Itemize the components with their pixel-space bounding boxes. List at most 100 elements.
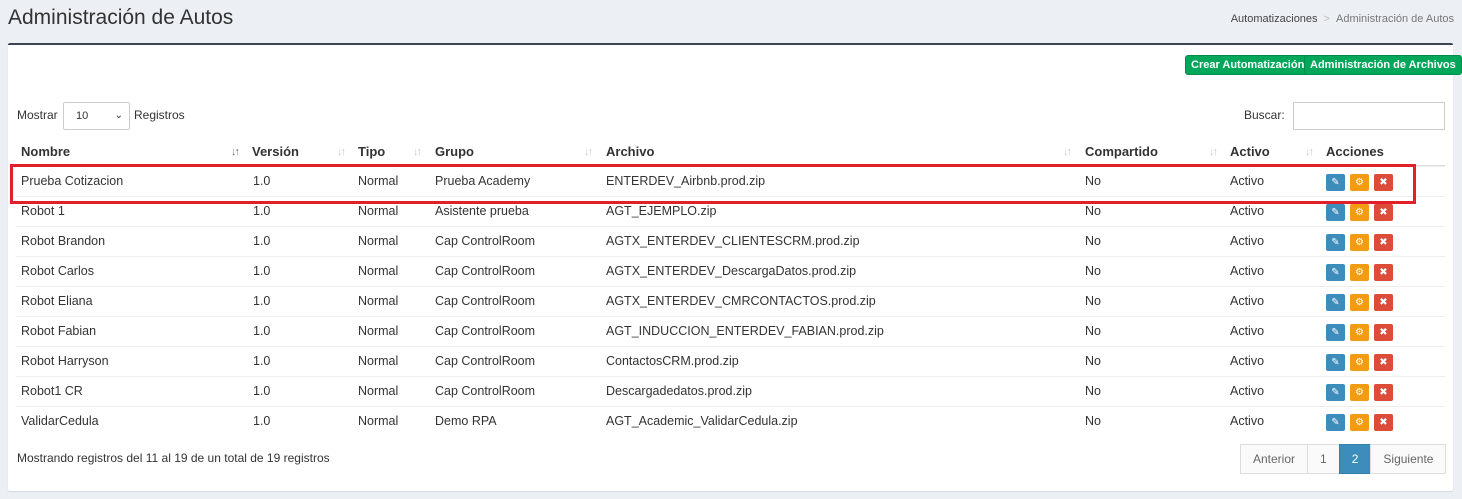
table-row: Robot Fabian 1.0 Normal Cap ControlRoom …: [16, 316, 1445, 346]
run-button[interactable]: ⚙: [1350, 294, 1369, 311]
cell-grupo: Cap ControlRoom: [435, 324, 536, 338]
sort-icon: ↓↑: [584, 146, 593, 158]
pencil-icon: ✎: [1331, 357, 1340, 368]
column-header-activo[interactable]: Activo: [1230, 144, 1270, 159]
delete-button[interactable]: ✖: [1374, 414, 1393, 431]
delete-button[interactable]: ✖: [1374, 234, 1393, 251]
cell-grupo: Cap ControlRoom: [435, 294, 536, 308]
edit-button[interactable]: ✎: [1326, 264, 1345, 281]
cell-archivo: AGTX_ENTERDEV_CMRCONTACTOS.prod.zip: [606, 294, 876, 308]
cell-tipo: Normal: [358, 174, 399, 188]
close-icon: ✖: [1379, 417, 1388, 428]
run-button[interactable]: ⚙: [1350, 354, 1369, 371]
column-header-version[interactable]: Versión: [252, 144, 299, 159]
cell-activo: Activo: [1230, 174, 1265, 188]
table-row: Prueba Cotizacion 1.0 Normal Prueba Acad…: [16, 166, 1445, 196]
edit-button[interactable]: ✎: [1326, 294, 1345, 311]
robot-run-icon: ⚙: [1355, 207, 1364, 218]
robot-run-icon: ⚙: [1355, 357, 1364, 368]
cell-version: 1.0: [253, 204, 271, 218]
cell-activo: Activo: [1230, 354, 1265, 368]
robot-run-icon: ⚙: [1355, 297, 1364, 308]
cell-compartido: No: [1085, 354, 1101, 368]
cell-version: 1.0: [253, 414, 271, 428]
run-button[interactable]: ⚙: [1350, 204, 1369, 221]
edit-button[interactable]: ✎: [1326, 204, 1345, 221]
table-row: Robot Brandon 1.0 Normal Cap ControlRoom…: [16, 226, 1445, 256]
run-button[interactable]: ⚙: [1350, 264, 1369, 281]
breadcrumb: Automatizaciones > Administración de Autos: [1231, 13, 1454, 25]
run-button[interactable]: ⚙: [1350, 384, 1369, 401]
cell-nombre: Prueba Cotizacion: [21, 174, 124, 188]
page-title: Administración de Autos: [8, 6, 234, 29]
delete-button[interactable]: ✖: [1374, 354, 1393, 371]
run-button[interactable]: ⚙: [1350, 324, 1369, 341]
run-button[interactable]: ⚙: [1350, 234, 1369, 251]
pagination-previous[interactable]: Anterior: [1240, 444, 1309, 474]
edit-button[interactable]: ✎: [1326, 324, 1345, 341]
page-length-select[interactable]: 10 ⌄: [63, 102, 130, 130]
delete-button[interactable]: ✖: [1374, 324, 1393, 341]
table-row: Robot1 CR 1.0 Normal Cap ControlRoom Des…: [16, 376, 1445, 406]
chevron-down-icon: ⌄: [114, 110, 123, 121]
delete-button[interactable]: ✖: [1374, 384, 1393, 401]
column-header-archivo[interactable]: Archivo: [606, 144, 654, 159]
cell-activo: Activo: [1230, 384, 1265, 398]
close-icon: ✖: [1379, 267, 1388, 278]
sort-icon: ↓↑: [1209, 146, 1218, 158]
cell-activo: Activo: [1230, 414, 1265, 428]
pencil-icon: ✎: [1331, 177, 1340, 188]
cell-grupo: Cap ControlRoom: [435, 234, 536, 248]
close-icon: ✖: [1379, 387, 1388, 398]
cell-nombre: ValidarCedula: [21, 414, 99, 428]
cell-grupo: Asistente prueba: [435, 204, 529, 218]
cell-version: 1.0: [253, 264, 271, 278]
run-button[interactable]: ⚙: [1350, 414, 1369, 431]
cell-grupo: Cap ControlRoom: [435, 354, 536, 368]
records-label: Registros: [134, 108, 185, 122]
column-header-tipo[interactable]: Tipo: [358, 144, 385, 159]
delete-button[interactable]: ✖: [1374, 204, 1393, 221]
robot-run-icon: ⚙: [1355, 327, 1364, 338]
column-header-nombre[interactable]: Nombre: [21, 144, 70, 159]
cell-archivo: AGTX_ENTERDEV_CLIENTESCRM.prod.zip: [606, 234, 860, 248]
breadcrumb-item-automatizaciones[interactable]: Automatizaciones: [1231, 13, 1318, 25]
edit-button[interactable]: ✎: [1326, 414, 1345, 431]
cell-archivo: Descargadedatos.prod.zip: [606, 384, 752, 398]
search-label: Buscar:: [1244, 108, 1285, 122]
create-automation-button[interactable]: Crear Automatización: [1185, 55, 1311, 75]
run-button[interactable]: ⚙: [1350, 174, 1369, 191]
edit-button[interactable]: ✎: [1326, 354, 1345, 371]
cell-archivo: AGT_EJEMPLO.zip: [606, 204, 717, 218]
delete-button[interactable]: ✖: [1374, 264, 1393, 281]
delete-button[interactable]: ✖: [1374, 294, 1393, 311]
cell-tipo: Normal: [358, 384, 399, 398]
pagination-page-2[interactable]: 2: [1338, 444, 1372, 474]
cell-tipo: Normal: [358, 414, 399, 428]
column-header-grupo[interactable]: Grupo: [435, 144, 474, 159]
cell-tipo: Normal: [358, 234, 399, 248]
delete-button[interactable]: ✖: [1374, 174, 1393, 191]
cell-grupo: Demo RPA: [435, 414, 497, 428]
cell-activo: Activo: [1230, 264, 1265, 278]
search-input[interactable]: [1293, 102, 1445, 130]
cell-archivo: AGT_Academic_ValidarCedula.zip: [606, 414, 798, 428]
close-icon: ✖: [1379, 297, 1388, 308]
column-header-compartido[interactable]: Compartido: [1085, 144, 1158, 159]
table-info: Mostrando registros del 11 al 19 de un t…: [17, 451, 330, 465]
cell-version: 1.0: [253, 384, 271, 398]
file-admin-button[interactable]: Administración de Archivos: [1304, 55, 1462, 75]
pagination-next[interactable]: Siguiente: [1370, 444, 1447, 474]
edit-button[interactable]: ✎: [1326, 234, 1345, 251]
cell-compartido: No: [1085, 414, 1101, 428]
close-icon: ✖: [1379, 177, 1388, 188]
table-row: Robot Carlos 1.0 Normal Cap ControlRoom …: [16, 256, 1445, 286]
column-header-acciones: Acciones: [1326, 144, 1384, 159]
close-icon: ✖: [1379, 357, 1388, 368]
pencil-icon: ✎: [1331, 387, 1340, 398]
edit-button[interactable]: ✎: [1326, 384, 1345, 401]
edit-button[interactable]: ✎: [1326, 174, 1345, 191]
cell-tipo: Normal: [358, 324, 399, 338]
cell-archivo: ENTERDEV_Airbnb.prod.zip: [606, 174, 766, 188]
pagination-page-1[interactable]: 1: [1307, 444, 1340, 474]
